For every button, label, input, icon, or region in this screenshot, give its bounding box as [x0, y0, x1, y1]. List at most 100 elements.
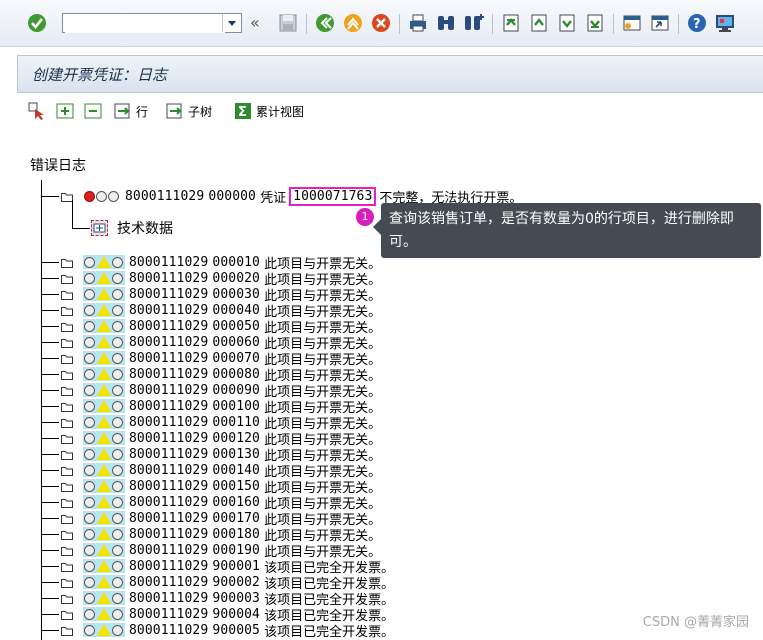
- annotation-tooltip: 查询该销售订单，是否有数量为0的行项目，进行删除即可。: [373, 203, 761, 258]
- message-prefix: 凭证: [260, 190, 287, 206]
- doc-number: 8000111029: [129, 334, 209, 350]
- expand-node-button[interactable]: [55, 101, 75, 121]
- last-page-icon[interactable]: [584, 12, 606, 34]
- subtree-icon: [166, 103, 182, 119]
- item-number: 900004: [212, 606, 260, 622]
- dropdown-icon[interactable]: [222, 14, 241, 32]
- print-icon[interactable]: [407, 12, 429, 34]
- doc-number: 8000111029: [129, 590, 209, 606]
- item-number: 900003: [212, 590, 260, 606]
- page-title: 创建开票凭证：日志: [32, 66, 168, 84]
- warning-light-icon: [83, 463, 125, 477]
- subtree-button[interactable]: 子树: [165, 101, 212, 121]
- folder-icon[interactable]: [61, 401, 73, 412]
- prev-page-icon[interactable]: [528, 12, 550, 34]
- save-icon[interactable]: [277, 12, 299, 34]
- cancel-icon[interactable]: [370, 12, 392, 34]
- history-back-icon[interactable]: «: [249, 12, 265, 34]
- item-number: 000000: [208, 188, 256, 204]
- warning-light-icon: [83, 335, 125, 349]
- doc-number: 8000111029: [129, 558, 209, 574]
- doc-number: 8000111029: [129, 430, 209, 446]
- warning-light-icon: [83, 271, 125, 285]
- folder-icon[interactable]: [61, 561, 73, 572]
- warning-light-icon: [83, 607, 125, 621]
- subtree-label: 子树: [188, 104, 213, 119]
- doc-number: 8000111029: [129, 366, 209, 382]
- find-icon[interactable]: [435, 12, 457, 34]
- warning-light-icon: [83, 559, 125, 573]
- folder-icon[interactable]: [61, 433, 73, 444]
- doc-number: 8000111029: [129, 270, 209, 286]
- folder-icon[interactable]: [61, 545, 73, 556]
- doc-number: 8000111029: [125, 188, 205, 204]
- warning-light-icon: [83, 527, 125, 541]
- doc-number: 8000111029: [129, 350, 209, 366]
- first-page-icon[interactable]: [500, 12, 522, 34]
- annotation-badge: 1: [356, 208, 374, 226]
- folder-icon[interactable]: [61, 449, 73, 460]
- folder-icon[interactable]: [61, 625, 73, 636]
- item-number: 900001: [212, 558, 260, 574]
- folder-icon[interactable]: [61, 481, 73, 492]
- collapse-node-button[interactable]: [83, 101, 103, 121]
- exit-icon[interactable]: [342, 12, 364, 34]
- select-detail-button[interactable]: [27, 101, 47, 121]
- doc-number: 8000111029: [129, 254, 209, 270]
- customize-icon[interactable]: [714, 12, 736, 34]
- cumulative-view-button[interactable]: Σ 累计视图: [233, 101, 304, 121]
- cursor-icon: [28, 102, 44, 120]
- item-number: 000040: [212, 302, 260, 318]
- tech-data-icon[interactable]: [91, 220, 108, 236]
- doc-number: 8000111029: [129, 622, 209, 638]
- svg-text:«: «: [250, 13, 260, 32]
- folder-icon[interactable]: [61, 321, 73, 332]
- folder-icon[interactable]: [61, 593, 73, 604]
- help-icon[interactable]: ?: [686, 12, 708, 34]
- folder-icon[interactable]: [61, 465, 73, 476]
- doc-number: 8000111029: [129, 494, 209, 510]
- new-session-icon[interactable]: [621, 12, 643, 34]
- shortcut-icon[interactable]: [649, 12, 671, 34]
- doc-number: 8000111029: [129, 526, 209, 542]
- warning-light-icon: [83, 255, 125, 269]
- folder-icon[interactable]: [61, 609, 73, 620]
- check-icon[interactable]: [26, 12, 48, 34]
- doc-number: 8000111029: [129, 302, 209, 318]
- highlighted-document[interactable]: 1000071763: [289, 186, 377, 206]
- tree-row-error[interactable]: 8000111029 000000 凭证 1000071763 不完整，无法执行…: [41, 186, 522, 206]
- folder-icon[interactable]: [61, 369, 73, 380]
- folder-icon[interactable]: [61, 257, 73, 268]
- item-number: 000180: [212, 526, 260, 542]
- folder-icon[interactable]: [61, 529, 73, 540]
- traffic-light-icon: [83, 190, 121, 203]
- folder-icon[interactable]: [61, 273, 73, 284]
- item-number: 000050: [212, 318, 260, 334]
- folder-icon[interactable]: [61, 289, 73, 300]
- tech-data-label[interactable]: 技术数据: [117, 218, 173, 238]
- item-number: 000090: [212, 382, 260, 398]
- warning-light-icon: [83, 543, 125, 557]
- back-icon[interactable]: [314, 12, 336, 34]
- next-page-icon[interactable]: [556, 12, 578, 34]
- item-number: 000160: [212, 494, 260, 510]
- command-input[interactable]: [65, 15, 225, 33]
- item-number: 000140: [212, 462, 260, 478]
- item-number: 000120: [212, 430, 260, 446]
- command-field[interactable]: [62, 13, 242, 33]
- item-number: 900005: [212, 622, 260, 638]
- doc-number: 8000111029: [129, 510, 209, 526]
- folder-icon[interactable]: [61, 577, 73, 588]
- warning-light-icon: [83, 495, 125, 509]
- folder-icon[interactable]: [61, 353, 73, 364]
- find-next-icon[interactable]: [463, 12, 485, 34]
- folder-icon[interactable]: [61, 305, 73, 316]
- folder-icon[interactable]: [61, 337, 73, 348]
- folder-icon[interactable]: [61, 513, 73, 524]
- row-button[interactable]: 行: [113, 101, 148, 121]
- folder-icon[interactable]: [61, 417, 73, 428]
- warning-light-icon: [83, 511, 125, 525]
- warning-light-icon: [83, 287, 125, 301]
- folder-icon[interactable]: [61, 497, 73, 508]
- folder-icon[interactable]: [61, 385, 73, 396]
